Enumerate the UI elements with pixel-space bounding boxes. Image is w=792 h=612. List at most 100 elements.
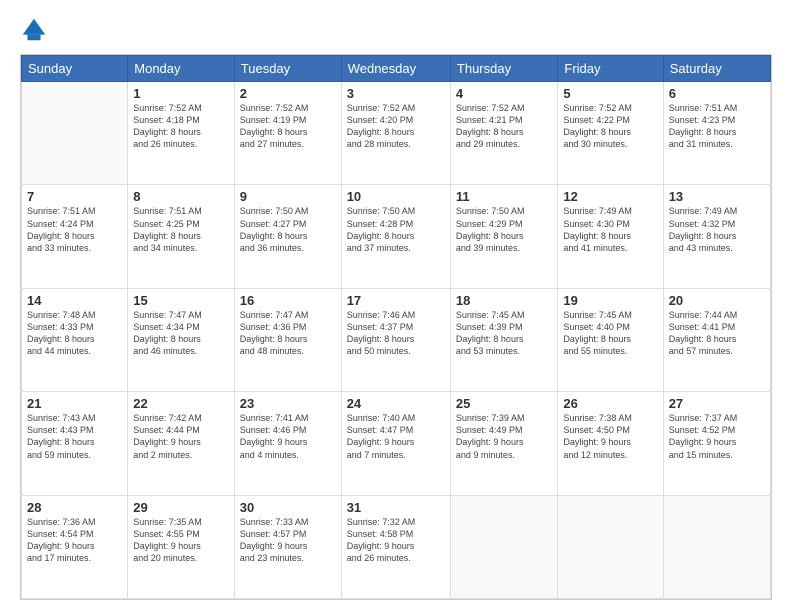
day-info: Sunrise: 7:43 AM Sunset: 4:43 PM Dayligh…	[27, 412, 122, 461]
day-number: 13	[669, 189, 765, 204]
header-row: SundayMondayTuesdayWednesdayThursdayFrid…	[22, 56, 771, 82]
day-info: Sunrise: 7:39 AM Sunset: 4:49 PM Dayligh…	[456, 412, 552, 461]
day-number: 10	[347, 189, 445, 204]
day-info: Sunrise: 7:40 AM Sunset: 4:47 PM Dayligh…	[347, 412, 445, 461]
day-info: Sunrise: 7:47 AM Sunset: 4:36 PM Dayligh…	[240, 309, 336, 358]
day-cell: 18Sunrise: 7:45 AM Sunset: 4:39 PM Dayli…	[450, 288, 557, 391]
day-cell: 19Sunrise: 7:45 AM Sunset: 4:40 PM Dayli…	[558, 288, 663, 391]
day-info: Sunrise: 7:52 AM Sunset: 4:20 PM Dayligh…	[347, 102, 445, 151]
day-info: Sunrise: 7:36 AM Sunset: 4:54 PM Dayligh…	[27, 516, 122, 565]
day-cell: 27Sunrise: 7:37 AM Sunset: 4:52 PM Dayli…	[663, 392, 770, 495]
day-cell: 29Sunrise: 7:35 AM Sunset: 4:55 PM Dayli…	[128, 495, 235, 598]
day-cell: 23Sunrise: 7:41 AM Sunset: 4:46 PM Dayli…	[234, 392, 341, 495]
day-cell: 17Sunrise: 7:46 AM Sunset: 4:37 PM Dayli…	[341, 288, 450, 391]
day-cell: 30Sunrise: 7:33 AM Sunset: 4:57 PM Dayli…	[234, 495, 341, 598]
day-cell: 10Sunrise: 7:50 AM Sunset: 4:28 PM Dayli…	[341, 185, 450, 288]
day-number: 21	[27, 396, 122, 411]
day-cell: 11Sunrise: 7:50 AM Sunset: 4:29 PM Dayli…	[450, 185, 557, 288]
day-number: 29	[133, 500, 229, 515]
day-info: Sunrise: 7:44 AM Sunset: 4:41 PM Dayligh…	[669, 309, 765, 358]
day-number: 12	[563, 189, 657, 204]
day-cell: 2Sunrise: 7:52 AM Sunset: 4:19 PM Daylig…	[234, 82, 341, 185]
day-cell: 26Sunrise: 7:38 AM Sunset: 4:50 PM Dayli…	[558, 392, 663, 495]
day-info: Sunrise: 7:51 AM Sunset: 4:24 PM Dayligh…	[27, 205, 122, 254]
day-number: 11	[456, 189, 552, 204]
column-header-friday: Friday	[558, 56, 663, 82]
day-number: 14	[27, 293, 122, 308]
day-number: 20	[669, 293, 765, 308]
day-info: Sunrise: 7:52 AM Sunset: 4:18 PM Dayligh…	[133, 102, 229, 151]
day-number: 27	[669, 396, 765, 411]
day-info: Sunrise: 7:41 AM Sunset: 4:46 PM Dayligh…	[240, 412, 336, 461]
week-row-1: 1Sunrise: 7:52 AM Sunset: 4:18 PM Daylig…	[22, 82, 771, 185]
day-cell: 13Sunrise: 7:49 AM Sunset: 4:32 PM Dayli…	[663, 185, 770, 288]
day-cell	[558, 495, 663, 598]
day-number: 3	[347, 86, 445, 101]
week-row-2: 7Sunrise: 7:51 AM Sunset: 4:24 PM Daylig…	[22, 185, 771, 288]
day-info: Sunrise: 7:47 AM Sunset: 4:34 PM Dayligh…	[133, 309, 229, 358]
day-info: Sunrise: 7:37 AM Sunset: 4:52 PM Dayligh…	[669, 412, 765, 461]
day-cell: 4Sunrise: 7:52 AM Sunset: 4:21 PM Daylig…	[450, 82, 557, 185]
day-number: 26	[563, 396, 657, 411]
day-info: Sunrise: 7:50 AM Sunset: 4:27 PM Dayligh…	[240, 205, 336, 254]
day-cell: 22Sunrise: 7:42 AM Sunset: 4:44 PM Dayli…	[128, 392, 235, 495]
day-info: Sunrise: 7:38 AM Sunset: 4:50 PM Dayligh…	[563, 412, 657, 461]
day-info: Sunrise: 7:45 AM Sunset: 4:39 PM Dayligh…	[456, 309, 552, 358]
day-info: Sunrise: 7:35 AM Sunset: 4:55 PM Dayligh…	[133, 516, 229, 565]
day-number: 22	[133, 396, 229, 411]
day-info: Sunrise: 7:42 AM Sunset: 4:44 PM Dayligh…	[133, 412, 229, 461]
column-header-saturday: Saturday	[663, 56, 770, 82]
day-cell: 14Sunrise: 7:48 AM Sunset: 4:33 PM Dayli…	[22, 288, 128, 391]
day-number: 23	[240, 396, 336, 411]
column-header-tuesday: Tuesday	[234, 56, 341, 82]
column-header-thursday: Thursday	[450, 56, 557, 82]
day-cell	[22, 82, 128, 185]
day-cell: 12Sunrise: 7:49 AM Sunset: 4:30 PM Dayli…	[558, 185, 663, 288]
day-info: Sunrise: 7:32 AM Sunset: 4:58 PM Dayligh…	[347, 516, 445, 565]
logo-icon	[20, 16, 48, 44]
day-cell: 5Sunrise: 7:52 AM Sunset: 4:22 PM Daylig…	[558, 82, 663, 185]
day-cell: 6Sunrise: 7:51 AM Sunset: 4:23 PM Daylig…	[663, 82, 770, 185]
day-number: 17	[347, 293, 445, 308]
day-cell: 16Sunrise: 7:47 AM Sunset: 4:36 PM Dayli…	[234, 288, 341, 391]
calendar: SundayMondayTuesdayWednesdayThursdayFrid…	[20, 54, 772, 600]
day-info: Sunrise: 7:51 AM Sunset: 4:25 PM Dayligh…	[133, 205, 229, 254]
day-info: Sunrise: 7:52 AM Sunset: 4:21 PM Dayligh…	[456, 102, 552, 151]
day-cell: 7Sunrise: 7:51 AM Sunset: 4:24 PM Daylig…	[22, 185, 128, 288]
day-info: Sunrise: 7:49 AM Sunset: 4:30 PM Dayligh…	[563, 205, 657, 254]
day-info: Sunrise: 7:33 AM Sunset: 4:57 PM Dayligh…	[240, 516, 336, 565]
logo	[20, 16, 50, 44]
calendar-table: SundayMondayTuesdayWednesdayThursdayFrid…	[21, 55, 771, 599]
day-number: 2	[240, 86, 336, 101]
day-info: Sunrise: 7:52 AM Sunset: 4:19 PM Dayligh…	[240, 102, 336, 151]
day-number: 6	[669, 86, 765, 101]
day-number: 28	[27, 500, 122, 515]
day-number: 19	[563, 293, 657, 308]
column-header-wednesday: Wednesday	[341, 56, 450, 82]
column-header-sunday: Sunday	[22, 56, 128, 82]
day-number: 5	[563, 86, 657, 101]
day-cell	[663, 495, 770, 598]
day-cell: 20Sunrise: 7:44 AM Sunset: 4:41 PM Dayli…	[663, 288, 770, 391]
day-number: 31	[347, 500, 445, 515]
day-number: 30	[240, 500, 336, 515]
day-cell	[450, 495, 557, 598]
day-info: Sunrise: 7:49 AM Sunset: 4:32 PM Dayligh…	[669, 205, 765, 254]
week-row-5: 28Sunrise: 7:36 AM Sunset: 4:54 PM Dayli…	[22, 495, 771, 598]
day-cell: 31Sunrise: 7:32 AM Sunset: 4:58 PM Dayli…	[341, 495, 450, 598]
page: SundayMondayTuesdayWednesdayThursdayFrid…	[0, 0, 792, 612]
day-number: 15	[133, 293, 229, 308]
header	[20, 16, 772, 44]
week-row-3: 14Sunrise: 7:48 AM Sunset: 4:33 PM Dayli…	[22, 288, 771, 391]
day-cell: 9Sunrise: 7:50 AM Sunset: 4:27 PM Daylig…	[234, 185, 341, 288]
day-cell: 8Sunrise: 7:51 AM Sunset: 4:25 PM Daylig…	[128, 185, 235, 288]
day-info: Sunrise: 7:46 AM Sunset: 4:37 PM Dayligh…	[347, 309, 445, 358]
day-cell: 15Sunrise: 7:47 AM Sunset: 4:34 PM Dayli…	[128, 288, 235, 391]
day-info: Sunrise: 7:45 AM Sunset: 4:40 PM Dayligh…	[563, 309, 657, 358]
day-number: 1	[133, 86, 229, 101]
day-info: Sunrise: 7:50 AM Sunset: 4:29 PM Dayligh…	[456, 205, 552, 254]
day-number: 18	[456, 293, 552, 308]
day-cell: 25Sunrise: 7:39 AM Sunset: 4:49 PM Dayli…	[450, 392, 557, 495]
day-cell: 28Sunrise: 7:36 AM Sunset: 4:54 PM Dayli…	[22, 495, 128, 598]
day-number: 25	[456, 396, 552, 411]
